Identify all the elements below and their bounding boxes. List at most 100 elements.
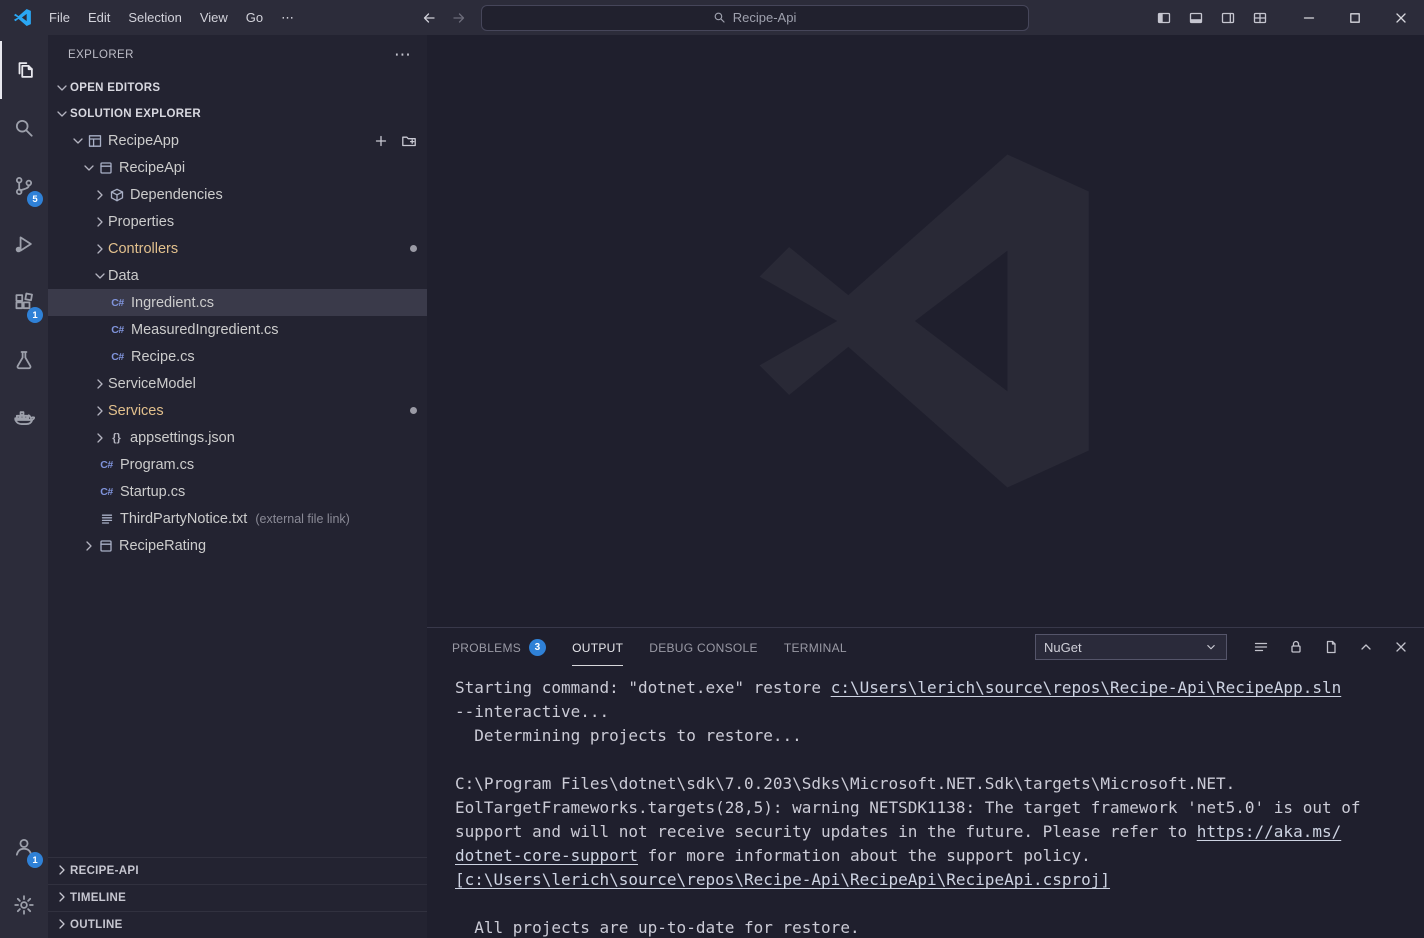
tree-item-properties[interactable]: Properties xyxy=(48,208,427,235)
back-arrow-icon[interactable] xyxy=(421,10,437,26)
tree-item-recipe-cs[interactable]: C#Recipe.cs xyxy=(48,343,427,370)
tab-terminal[interactable]: TERMINAL xyxy=(784,628,847,666)
project-icon xyxy=(97,538,114,554)
panel-header: PROBLEMS3 OUTPUT DEBUG CONSOLE TERMINAL NuG… xyxy=(427,628,1424,666)
output-link[interactable]: [c:\Users\lerich\source\repos\Recipe-Api… xyxy=(455,870,1110,889)
toggle-sidebar-right-icon[interactable] xyxy=(1220,10,1236,26)
tree-item-startup-cs[interactable]: C#Startup.cs xyxy=(48,478,427,505)
chevron-right-icon xyxy=(81,538,97,554)
tree-item-label: ServiceModel xyxy=(108,376,196,392)
chevron-right-icon xyxy=(92,376,108,392)
chevron-right-icon xyxy=(92,214,108,230)
menu-edit[interactable]: Edit xyxy=(79,0,119,35)
menu-view[interactable]: View xyxy=(191,0,237,35)
docker-icon[interactable] xyxy=(0,389,48,447)
new-file-icon[interactable] xyxy=(373,133,389,149)
tab-label: DEBUG CONSOLE xyxy=(649,641,758,655)
settings-icon[interactable] xyxy=(0,876,48,934)
tree-item-program-cs[interactable]: C#Program.cs xyxy=(48,451,427,478)
section-open-editors[interactable]: OPEN EDITORS xyxy=(48,75,427,101)
tree-item-description: (external file link) xyxy=(255,512,349,526)
output-log[interactable]: Starting command: "dotnet.exe" restore c… xyxy=(427,666,1424,938)
tree-item-recipeapi[interactable]: RecipeApi xyxy=(48,154,427,181)
section-recipe-api[interactable]: RECIPE-API xyxy=(48,857,427,884)
chevron-down-icon xyxy=(54,106,70,122)
tab-output[interactable]: OUTPUT xyxy=(572,628,623,666)
tab-debug-console[interactable]: DEBUG CONSOLE xyxy=(649,628,758,666)
menubar: FileEditSelectionViewGo⋯ xyxy=(40,0,303,35)
csharp-icon: C# xyxy=(98,457,115,473)
section-solution-explorer[interactable]: SOLUTION EXPLORER xyxy=(48,101,427,127)
tree-item-reciperating[interactable]: RecipeRating xyxy=(48,532,427,559)
tree-item-measuredingredient-cs[interactable]: C#MeasuredIngredient.cs xyxy=(48,316,427,343)
json-icon: {} xyxy=(108,430,125,446)
chevron-down-icon xyxy=(81,160,97,176)
forward-arrow-icon[interactable] xyxy=(451,10,467,26)
output-text: C:\Program Files\dotnet\sdk\7.0.203\Sdks… xyxy=(455,774,1235,793)
problems-badge: 3 xyxy=(529,639,546,656)
word-wrap-icon[interactable] xyxy=(1252,638,1270,656)
more-actions-icon[interactable]: ⋯ xyxy=(394,50,411,60)
tree-item-label: Recipe.cs xyxy=(131,349,195,365)
tree-item-label: ThirdPartyNotice.txt xyxy=(120,511,247,527)
open-log-file-icon[interactable] xyxy=(1322,638,1340,656)
tree-item-recipeapp[interactable]: RecipeApp xyxy=(48,127,427,154)
tree-item-thirdpartynotice-txt[interactable]: ThirdPartyNotice.txt (external file link) xyxy=(48,505,427,532)
source-control-icon[interactable]: 5 xyxy=(0,157,48,215)
menu-selection[interactable]: Selection xyxy=(119,0,190,35)
chevron-right-icon xyxy=(92,241,108,257)
section-label: TIMELINE xyxy=(70,892,126,904)
chevron-down-icon xyxy=(92,268,108,284)
search-value: Recipe-Api xyxy=(733,10,797,25)
csharp-icon: C# xyxy=(98,484,115,500)
vscode-logo-icon xyxy=(13,8,32,27)
output-channel-select[interactable]: NuGet xyxy=(1035,634,1227,660)
minimize-button[interactable] xyxy=(1286,0,1332,35)
menu-file[interactable]: File xyxy=(40,0,79,35)
tree-item-servicemodel[interactable]: ServiceModel xyxy=(48,370,427,397)
tree-item-ingredient-cs[interactable]: C#Ingredient.cs xyxy=(48,289,427,316)
customize-layout-icon[interactable] xyxy=(1252,10,1268,26)
accounts-badge: 1 xyxy=(27,852,43,868)
output-link[interactable]: c:\Users\lerich\source\repos\Recipe-Api\… xyxy=(831,678,1342,697)
extensions-icon[interactable]: 1 xyxy=(0,273,48,331)
close-button[interactable] xyxy=(1378,0,1424,35)
chevron-right-icon xyxy=(92,403,108,419)
search-icon[interactable] xyxy=(0,99,48,157)
toggle-panel-icon[interactable] xyxy=(1188,10,1204,26)
titlebar-search[interactable]: Recipe-Api xyxy=(481,5,1029,31)
close-panel-icon[interactable] xyxy=(1392,638,1410,656)
tree-item-controllers[interactable]: Controllers xyxy=(48,235,427,262)
tree-item-label: Data xyxy=(108,268,139,284)
tree-item-data[interactable]: Data xyxy=(48,262,427,289)
chevron-down-icon xyxy=(70,133,86,149)
tree-item-label: RecipeRating xyxy=(119,538,206,554)
section-timeline[interactable]: TIMELINE xyxy=(48,884,427,911)
tree-item-services[interactable]: Services xyxy=(48,397,427,424)
tree-item-label: Properties xyxy=(108,214,174,230)
menu-more-icon[interactable]: ⋯ xyxy=(272,0,303,35)
maximize-panel-icon[interactable] xyxy=(1357,638,1375,656)
section-outline[interactable]: OUTLINE xyxy=(48,911,427,938)
tree-item-appsettings-json[interactable]: {}appsettings.json xyxy=(48,424,427,451)
maximize-button[interactable] xyxy=(1332,0,1378,35)
explorer-icon[interactable] xyxy=(0,41,48,99)
run-and-debug-icon[interactable] xyxy=(0,215,48,273)
new-folder-icon[interactable] xyxy=(401,133,417,149)
toggle-sidebar-left-icon[interactable] xyxy=(1156,10,1172,26)
tree-item-dependencies[interactable]: Dependencies xyxy=(48,181,427,208)
window-controls xyxy=(1286,0,1424,35)
tab-label: OUTPUT xyxy=(572,641,623,655)
menu-go[interactable]: Go xyxy=(237,0,272,35)
testing-icon[interactable] xyxy=(0,331,48,389)
sidebar: EXPLORER ⋯ OPEN EDITORSSOLUTION EXPLORER… xyxy=(48,35,427,938)
output-text: support and will not receive security up… xyxy=(455,822,1197,841)
section-label: OUTLINE xyxy=(70,919,123,931)
output-link[interactable]: dotnet-core-support xyxy=(455,846,638,865)
output-link[interactable]: https://aka.ms/ xyxy=(1197,822,1342,841)
tree-item-label: Dependencies xyxy=(130,187,223,203)
accounts-icon[interactable]: 1 xyxy=(0,818,48,876)
scroll-lock-icon[interactable] xyxy=(1287,638,1305,656)
tab-problems[interactable]: PROBLEMS3 xyxy=(452,628,546,666)
tree-item-label: RecipeApi xyxy=(119,160,185,176)
